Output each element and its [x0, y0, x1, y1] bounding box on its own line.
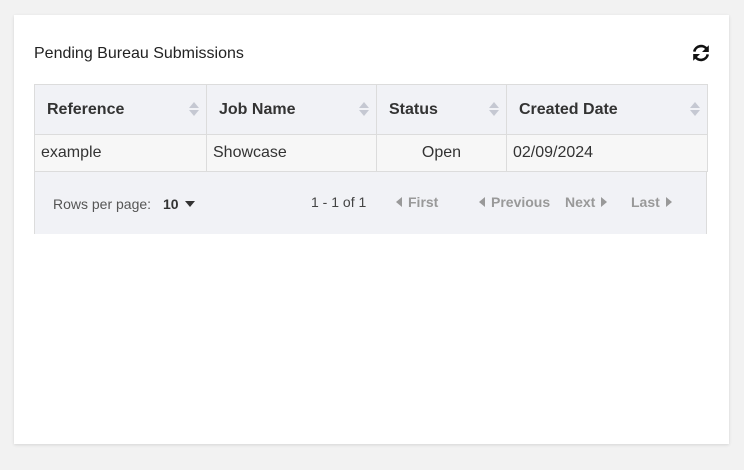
previous-page-button[interactable]: Previous [479, 194, 550, 210]
column-header-created-date[interactable]: Created Date [506, 84, 708, 135]
column-header-label: Status [389, 100, 438, 118]
pending-bureau-submissions-panel: Pending Bureau Submissions Reference Job… [14, 15, 729, 444]
last-page-button[interactable]: Last [631, 194, 672, 210]
submissions-table: Reference Job Name Status Created Date e… [34, 84, 708, 234]
column-header-label: Job Name [219, 100, 296, 118]
caret-left-icon [396, 197, 402, 207]
rows-per-page-select[interactable]: 10 [163, 196, 195, 212]
last-page-label: Last [631, 194, 660, 210]
sort-icon[interactable] [489, 102, 499, 118]
previous-page-label: Previous [491, 194, 551, 210]
column-header-label: Reference [47, 100, 125, 118]
caret-right-icon [665, 197, 672, 207]
page-range-text: 1 - 1 of 1 [311, 194, 367, 210]
rows-per-page-value: 10 [163, 196, 179, 212]
cell-reference[interactable]: example [34, 134, 207, 172]
next-page-button[interactable]: Next [565, 194, 608, 210]
column-header-reference[interactable]: Reference [34, 84, 207, 135]
refresh-icon [692, 44, 710, 62]
rows-per-page-label: Rows per page: [53, 196, 152, 212]
caret-left-icon [479, 197, 485, 207]
sort-icon[interactable] [690, 102, 700, 118]
next-page-label: Next [565, 194, 596, 210]
sort-icon[interactable] [189, 102, 199, 118]
cell-created-date[interactable]: 02/09/2024 [506, 134, 708, 172]
first-page-label: First [408, 194, 439, 210]
column-header-job-name[interactable]: Job Name [206, 84, 377, 135]
caret-down-icon [184, 201, 195, 207]
pagination-bar: Rows per page: 10 1 - 1 of 1 First Previ… [35, 171, 706, 234]
refresh-button[interactable] [691, 43, 711, 63]
caret-right-icon [601, 197, 608, 207]
column-header-label: Created Date [519, 100, 618, 118]
first-page-button[interactable]: First [396, 194, 438, 210]
cell-job-name[interactable]: Showcase [206, 134, 377, 172]
panel-title: Pending Bureau Submissions [34, 45, 244, 62]
table-row[interactable]: example Showcase Open 02/09/2024 [34, 134, 708, 172]
column-header-status[interactable]: Status [376, 84, 507, 135]
data-table: Reference Job Name Status Created Date e… [34, 84, 708, 172]
cell-status[interactable]: Open [376, 134, 507, 172]
table-header-row: Reference Job Name Status Created Date [34, 84, 708, 135]
sort-icon[interactable] [359, 102, 369, 118]
